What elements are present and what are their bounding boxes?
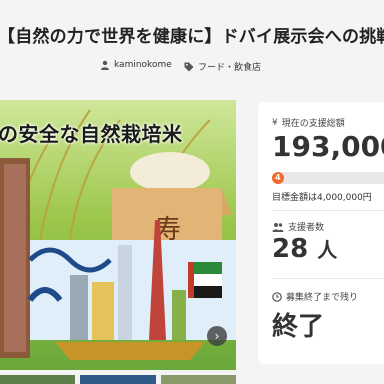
funding-progress-bar: 4 <box>272 172 384 184</box>
funding-stats-panel: ¥ 現在の支援総額 193,000 4 目標金額は4,000,000円 支援者数… <box>258 102 384 364</box>
category-name: フード・飲食店 <box>198 63 262 73</box>
title-bar: 【自然の力で世界を健康に】ドバイ展示会への挑戦 kaminokome フード・飲… <box>0 0 384 73</box>
goal-amount: 目標金額は4,000,000円 <box>272 193 372 203</box>
category-link[interactable]: フード・飲食店 <box>184 60 261 73</box>
tag-icon <box>184 62 194 71</box>
remaining-label-row: 募集終了まで残り <box>272 290 358 303</box>
backers-label: 支援者数 <box>288 223 325 233</box>
raised-amount: 193,000 <box>272 130 384 163</box>
thumbnail[interactable] <box>80 375 156 384</box>
backers-count-row: 28 人 <box>272 234 337 264</box>
clock-icon <box>272 291 282 302</box>
backers-unit: 人 <box>317 238 338 262</box>
thumbnail-strip <box>0 375 236 384</box>
carousel-next-button[interactable]: › <box>207 326 227 346</box>
author-link[interactable]: kaminokome <box>100 60 172 70</box>
thumbnail[interactable] <box>0 375 76 384</box>
thumbnail[interactable] <box>160 375 236 384</box>
divider <box>272 210 384 211</box>
hero-banner-text: の安全な自然栽培米 <box>0 122 183 146</box>
backers-count: 28 <box>272 234 309 264</box>
raised-label-row: ¥ 現在の支援総額 <box>272 116 345 130</box>
people-icon <box>272 222 284 232</box>
remaining-value: 終了 <box>272 312 325 342</box>
divider <box>272 278 384 279</box>
raised-label: 現在の支援総額 <box>281 119 345 129</box>
remaining-label: 募集終了まで残り <box>286 293 359 303</box>
page-title: 【自然の力で世界を健康に】ドバイ展示会への挑戦 <box>0 27 384 47</box>
chevron-right-icon: › <box>214 329 220 343</box>
backers-label-row: 支援者数 <box>272 220 324 233</box>
author-name: kaminokome <box>114 60 172 70</box>
hero-image-carousel[interactable]: 寿 の安全な自然栽培米 › <box>0 100 236 370</box>
yen-icon: ¥ <box>272 117 278 128</box>
funding-progress-percent: 4 <box>275 173 281 182</box>
user-icon <box>101 60 109 70</box>
